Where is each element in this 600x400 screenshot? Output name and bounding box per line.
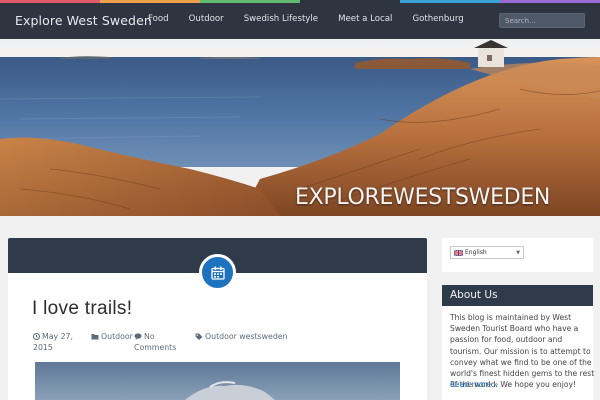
- read-more-link[interactable]: Read more »: [450, 380, 498, 389]
- nav-item-meet-a-local[interactable]: Meet a Local: [338, 14, 392, 24]
- site-brand-link[interactable]: Explore West Sweden: [15, 13, 152, 28]
- nav-item-gothenburg[interactable]: Gothenburg: [412, 14, 463, 24]
- comment-icon: [134, 333, 142, 340]
- post-category-link[interactable]: Outdoor: [101, 332, 133, 341]
- search-input[interactable]: [499, 13, 585, 28]
- main-menu: Food Outdoor Swedish Lifestyle Meet a Lo…: [148, 14, 484, 24]
- post-date-line1: May 27,: [42, 332, 73, 341]
- hero-banner: EXPLOREWESTSWEDEN: [0, 39, 600, 216]
- folder-icon: [91, 334, 99, 340]
- chevron-down-icon: ▼: [516, 250, 520, 256]
- hero-title: EXPLOREWESTSWEDEN: [295, 185, 551, 210]
- post-comments: No Comments: [134, 331, 176, 353]
- about-widget-title: About Us: [450, 289, 498, 301]
- uk-flag-icon: [454, 249, 463, 256]
- tag-icon: [195, 333, 203, 340]
- clock-icon: [33, 333, 40, 340]
- calendar-icon: [210, 266, 225, 280]
- post-date-badge: [199, 254, 236, 291]
- post-tags-link[interactable]: Outdoor westsweden: [205, 332, 288, 341]
- nav-item-outdoor[interactable]: Outdoor: [189, 14, 224, 24]
- post-image-graphic: [35, 362, 400, 400]
- top-navigation-bar: Explore West Sweden Food Outdoor Swedish…: [0, 3, 600, 39]
- post-category: Outdoor: [91, 331, 133, 342]
- about-widget-text: This blog is maintained by West Sweden T…: [450, 313, 595, 390]
- post-tags: Outdoor westsweden: [195, 331, 288, 342]
- post-comments-link-line2[interactable]: Comments: [134, 343, 176, 352]
- post-date: May 27, 2015: [33, 331, 73, 353]
- post-date-line2: 2015: [33, 343, 53, 352]
- post-comments-link-line1[interactable]: No: [144, 332, 155, 341]
- language-select-value: English: [465, 249, 487, 256]
- post-title-link[interactable]: I love trails!: [32, 298, 132, 320]
- nav-item-swedish-lifestyle[interactable]: Swedish Lifestyle: [244, 14, 318, 24]
- post-featured-image[interactable]: [35, 362, 400, 400]
- nav-item-food[interactable]: Food: [148, 14, 169, 24]
- language-select[interactable]: English ▼: [450, 246, 524, 259]
